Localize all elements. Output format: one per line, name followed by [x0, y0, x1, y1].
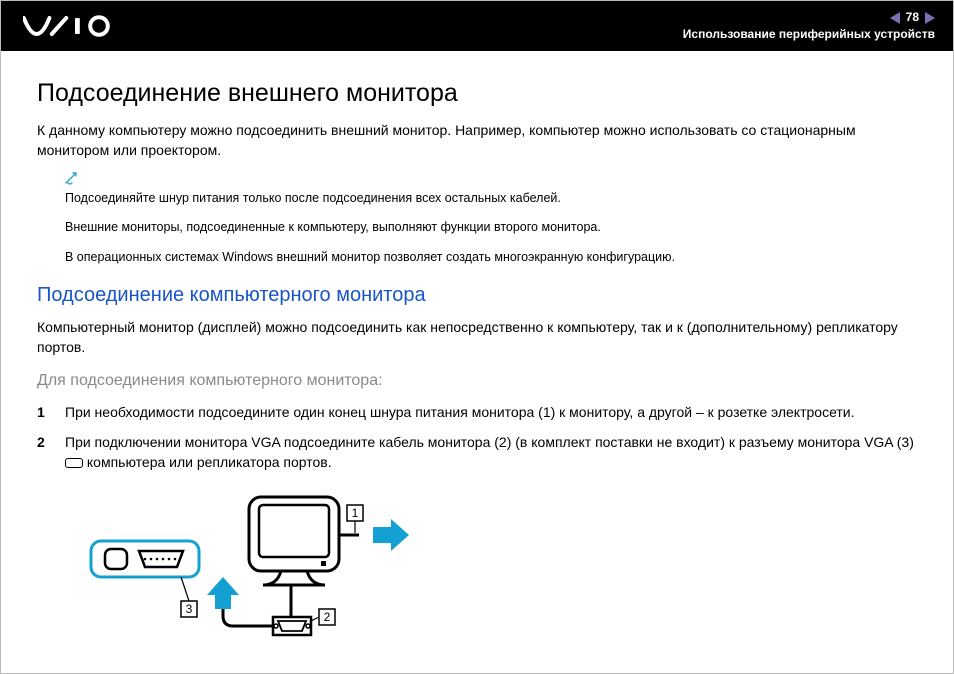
step2-part1: При подключении монитора VGA подсоединит… — [65, 434, 914, 450]
section-heading: Подсоединение компьютерного монитора — [37, 284, 917, 307]
callout-1: 1 — [352, 506, 359, 520]
section-paragraph: Компьютерный монитор (дисплей) можно под… — [37, 317, 917, 358]
connection-diagram: 1 2 3 — [81, 491, 917, 646]
header-right: 78 Использование периферийных устройств — [683, 9, 935, 43]
list-item: При подключении монитора VGA подсоединит… — [37, 432, 917, 473]
note-item: Внешние мониторы, подсоединенные к компь… — [65, 219, 917, 237]
content-area: Подсоединение внешнего монитора К данном… — [1, 51, 953, 673]
vga-port-icon — [65, 458, 83, 468]
list-item: При необходимости подсоедините один коне… — [37, 402, 917, 422]
callout-3: 3 — [186, 602, 193, 616]
note-item: Подсоединяйте шнур питания только после … — [65, 190, 917, 208]
note-icon — [65, 171, 917, 188]
prev-page-icon[interactable] — [890, 12, 900, 24]
header-bar: 78 Использование периферийных устройств — [1, 1, 953, 51]
callout-2: 2 — [324, 610, 331, 624]
next-page-icon[interactable] — [925, 12, 935, 24]
page-number: 78 — [906, 9, 919, 26]
notes-block: Подсоединяйте шнур питания только после … — [65, 171, 917, 267]
breadcrumb: Использование периферийных устройств — [683, 26, 935, 43]
step2-part2: компьютера или репликатора портов. — [83, 454, 332, 470]
page-navigator: 78 — [683, 9, 935, 26]
note-item: В операционных системах Windows внешний … — [65, 249, 917, 267]
intro-paragraph: К данному компьютеру можно подсоединить … — [37, 120, 917, 161]
vaio-logo — [23, 15, 119, 37]
procedure-list: При необходимости подсоедините один коне… — [37, 402, 917, 473]
page: 78 Использование периферийных устройств … — [0, 0, 954, 674]
procedure-heading: Для подсоединения компьютерного монитора… — [37, 372, 917, 390]
page-title: Подсоединение внешнего монитора — [37, 79, 917, 108]
